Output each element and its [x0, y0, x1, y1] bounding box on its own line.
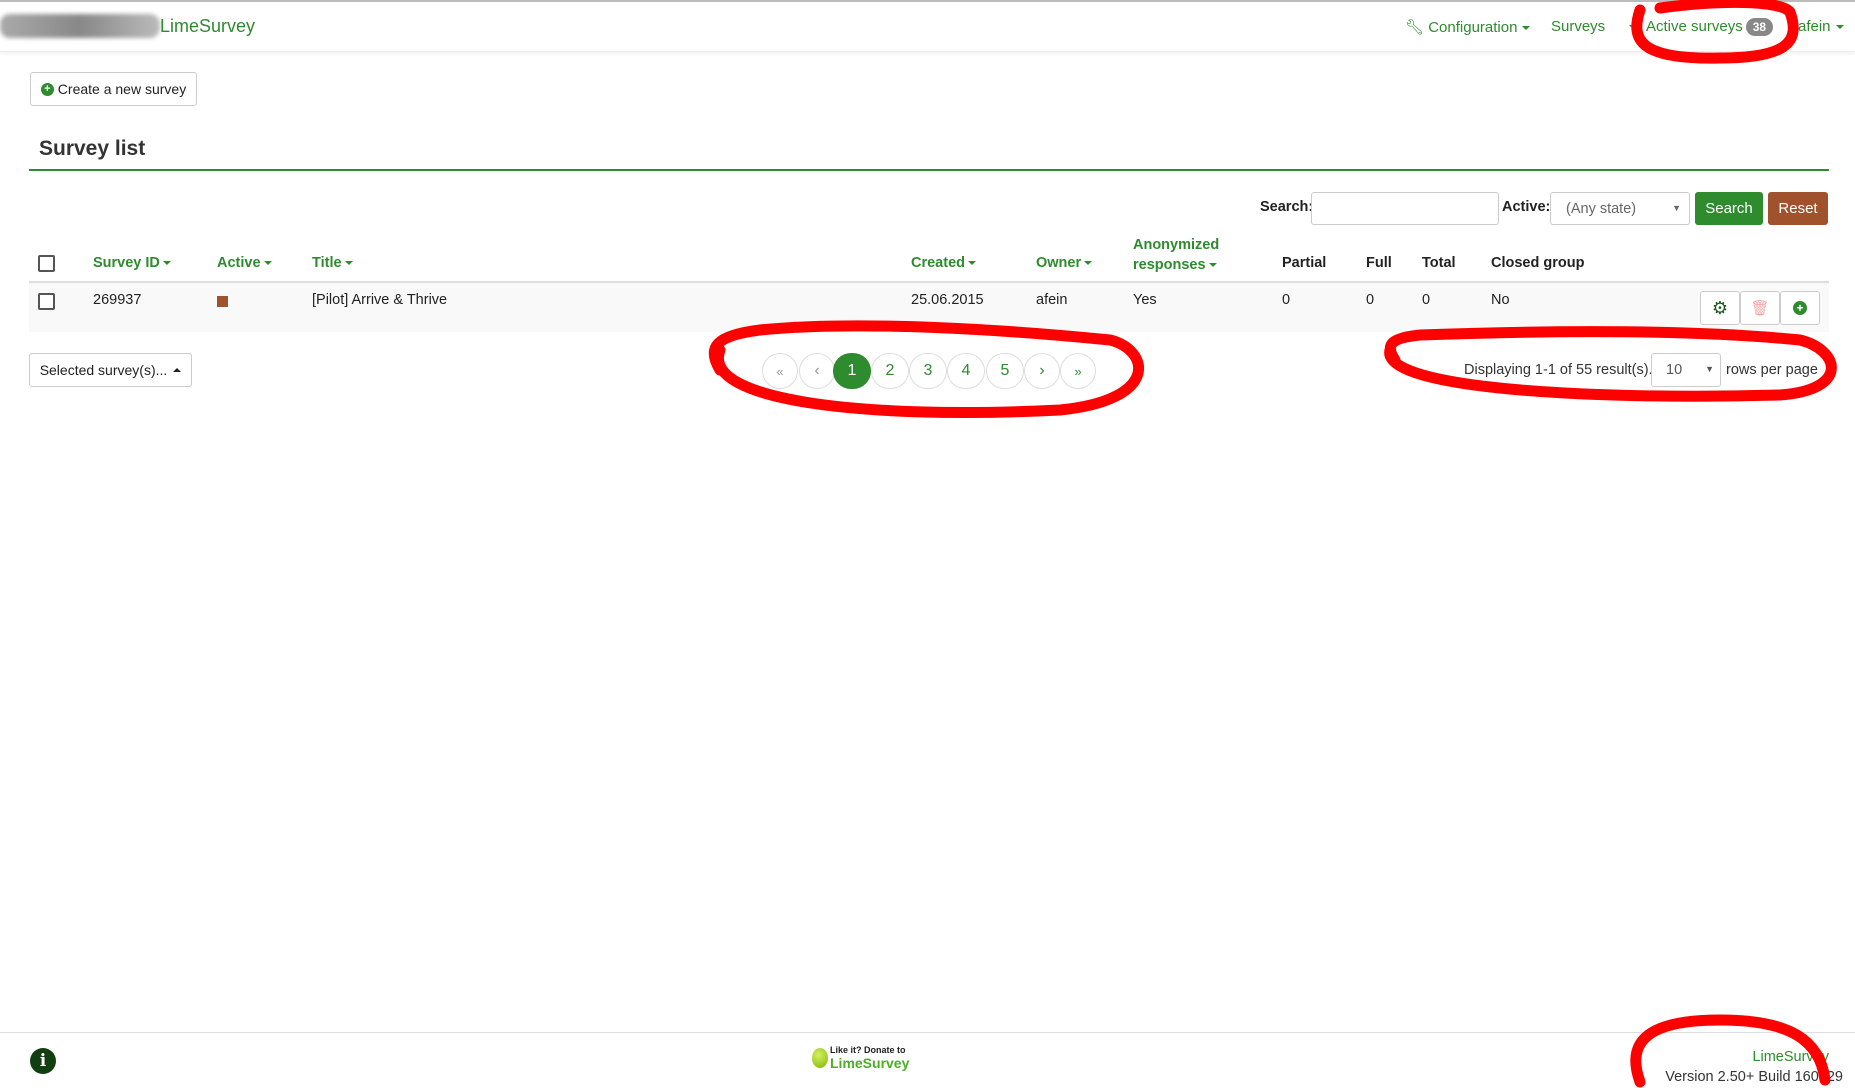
page-2[interactable]: 2: [871, 353, 909, 389]
active-label: Active:: [1502, 199, 1551, 215]
sort-active[interactable]: Active: [217, 255, 272, 271]
reset-button[interactable]: Reset: [1768, 192, 1828, 225]
page-prev[interactable]: ‹: [799, 353, 835, 389]
chevron-down-icon: ▼: [1672, 203, 1681, 213]
title-divider: [29, 169, 1829, 171]
select-all-checkbox[interactable]: [38, 255, 55, 272]
page-first[interactable]: «: [762, 353, 798, 389]
user-menu[interactable]: afein: [1798, 18, 1844, 35]
version-text: Version 2.50+ Build 160529: [1665, 1069, 1843, 1085]
header-closed-group: Closed group: [1491, 255, 1585, 271]
cell-partial: 0: [1282, 292, 1291, 308]
cell-anonymized: Yes: [1133, 292, 1157, 308]
sort-title[interactable]: Title: [312, 255, 353, 271]
redacted-logo: [0, 14, 160, 38]
header-partial: Partial: [1282, 255, 1327, 271]
active-count-badge: 38: [1745, 18, 1774, 36]
sort-owner[interactable]: Owner: [1036, 255, 1093, 271]
page-3[interactable]: 3: [909, 353, 947, 389]
footer-divider: [0, 1032, 1855, 1033]
top-navbar: LimeSurvey 🔧︎ Configuration Surveys Acti…: [0, 0, 1855, 52]
footer-brand-link[interactable]: LimeSurvey: [1752, 1049, 1829, 1065]
configuration-menu[interactable]: 🔧︎ Configuration: [1405, 18, 1531, 36]
brand-link[interactable]: LimeSurvey: [160, 16, 255, 37]
active-surveys-link[interactable]: Active surveys 38: [1646, 18, 1774, 36]
search-label: Search:: [1260, 199, 1314, 215]
page-next[interactable]: ›: [1024, 353, 1060, 389]
delete-button[interactable]: 🗑︎: [1740, 291, 1780, 325]
gear-icon: ⚙: [1711, 297, 1729, 318]
annotation-layer: [708, 0, 1837, 1088]
sort-survey-id[interactable]: Survey ID: [93, 255, 171, 271]
inactive-status-icon: [217, 296, 228, 307]
sort-anonymized[interactable]: Anonymized responses: [1133, 235, 1219, 275]
page-1[interactable]: 1: [833, 353, 871, 389]
page-5[interactable]: 5: [986, 353, 1024, 389]
results-summary: Displaying 1-1 of 55 result(s).: [1464, 362, 1653, 378]
cell-created: 25.06.2015: [911, 292, 984, 308]
trash-icon: 🗑︎: [1750, 300, 1770, 317]
header-full: Full: [1366, 255, 1392, 271]
cell-closed-group: No: [1491, 292, 1510, 308]
lime-icon: [812, 1048, 828, 1068]
page-title: Survey list: [39, 137, 146, 160]
selected-surveys-dropdown[interactable]: Selected survey(s)...: [29, 353, 192, 387]
rows-per-page-select[interactable]: 10 ▼: [1651, 353, 1721, 387]
cell-title[interactable]: [Pilot] Arrive & Thrive: [312, 292, 447, 308]
settings-button[interactable]: ⚙: [1700, 291, 1740, 325]
wrench-icon: 🔧︎: [1405, 19, 1425, 36]
cell-total: 0: [1422, 292, 1431, 308]
header-total: Total: [1422, 255, 1456, 271]
plus-circle-icon: +: [40, 82, 54, 96]
plus-circle-icon: +: [1793, 301, 1807, 315]
info-icon[interactable]: i: [30, 1048, 56, 1074]
row-checkbox[interactable]: [38, 293, 55, 310]
donate-link[interactable]: Like it? Donate to LimeSurvey: [812, 1045, 909, 1071]
sort-created[interactable]: Created: [911, 255, 976, 271]
chevron-down-icon: ▼: [1705, 364, 1714, 374]
create-survey-button[interactable]: + Create a new survey: [30, 72, 197, 106]
search-button[interactable]: Search: [1695, 192, 1763, 225]
page-4[interactable]: 4: [947, 353, 985, 389]
add-button[interactable]: +: [1780, 291, 1820, 325]
cell-full: 0: [1366, 292, 1375, 308]
search-input[interactable]: [1311, 192, 1499, 225]
cell-survey-id: 269937: [93, 292, 142, 308]
cell-owner: afein: [1036, 292, 1068, 308]
rows-per-page-label: rows per page: [1726, 362, 1818, 378]
surveys-menu[interactable]: Surveys: [1551, 18, 1638, 35]
page-last[interactable]: »: [1060, 353, 1096, 389]
active-state-select[interactable]: (Any state) ▼: [1550, 192, 1690, 225]
